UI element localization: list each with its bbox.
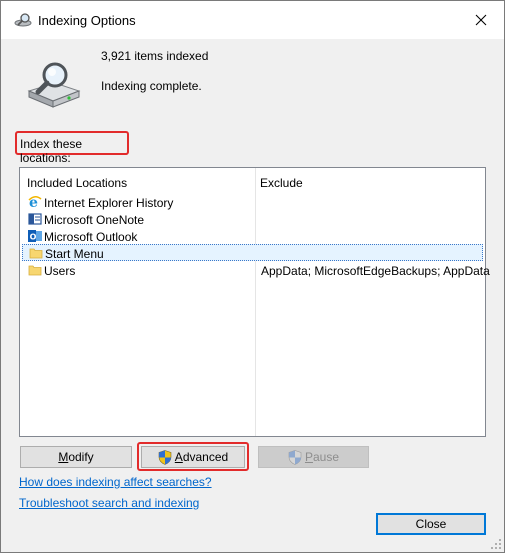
indexing-drive-magnifier-icon (27, 62, 81, 108)
ie-icon: e (28, 195, 42, 209)
indexing-status-text: Indexing complete. (101, 79, 202, 93)
uac-shield-icon (288, 449, 302, 465)
window-title: Indexing Options (38, 13, 136, 28)
location-name: Start Menu (45, 247, 104, 261)
location-row-users[interactable]: Users AppData; MicrosoftEdgeBackups; App… (22, 262, 490, 279)
modify-label: Modify (58, 450, 94, 464)
location-name: Internet Explorer History (44, 196, 174, 210)
location-row-ie-history[interactable]: e Internet Explorer History (22, 194, 483, 211)
advanced-label: Advanced (174, 450, 229, 464)
location-exclude: AppData; MicrosoftEdgeBackups; AppData (261, 264, 490, 278)
resize-grip-icon[interactable] (490, 538, 502, 550)
column-header-exclude[interactable]: Exclude (260, 176, 303, 190)
locations-list[interactable]: Included Locations Exclude e Internet Ex… (19, 167, 490, 437)
indexing-options-window: Indexing Options 3,921 items indexed Ind… (0, 0, 505, 553)
close-label: Close (415, 517, 447, 531)
close-icon (475, 14, 487, 26)
title-close-button[interactable] (458, 1, 504, 39)
location-name: Microsoft Outlook (44, 230, 138, 244)
onenote-icon (28, 213, 42, 225)
advanced-button[interactable]: Advanced (141, 446, 245, 468)
location-row-outlook[interactable]: O Microsoft Outlook (22, 228, 483, 245)
folder-icon (29, 248, 43, 259)
location-name: Users (44, 264, 76, 278)
pause-button[interactable]: Pause (258, 446, 369, 468)
location-row-onenote[interactable]: Microsoft OneNote (22, 211, 483, 228)
modify-button[interactable]: Modify (20, 446, 132, 468)
location-name: Microsoft OneNote (44, 213, 145, 227)
title-bar[interactable]: Indexing Options (1, 1, 504, 39)
column-header-included[interactable]: Included Locations (27, 176, 127, 190)
pause-label: Pause (304, 450, 340, 464)
index-locations-label: Index these locations: (15, 131, 129, 165)
how-indexing-affects-link[interactable]: How does indexing affect searches? (19, 475, 212, 489)
folder-icon (28, 265, 42, 276)
troubleshoot-link[interactable]: Troubleshoot search and indexing (19, 496, 199, 510)
outlook-icon: O (28, 230, 42, 242)
indexing-app-icon (14, 13, 32, 27)
close-button[interactable]: Close (376, 513, 486, 535)
uac-shield-icon (158, 449, 172, 465)
location-row-start-menu[interactable]: Start Menu (22, 244, 483, 261)
items-indexed-count: 3,921 items indexed (101, 49, 209, 63)
svg-text:O: O (30, 233, 37, 242)
